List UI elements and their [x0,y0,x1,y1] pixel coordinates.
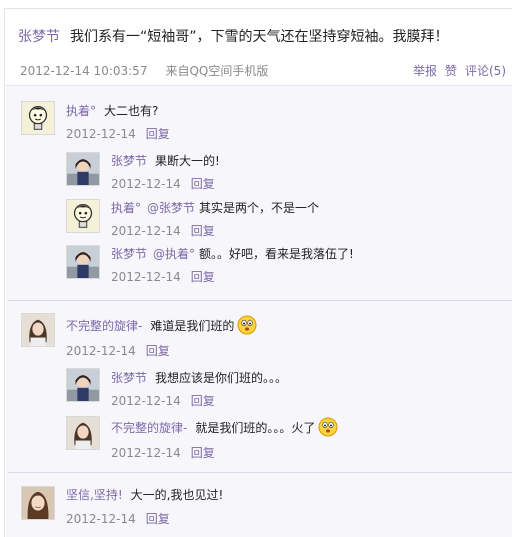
surprised-face-emoji-icon [237,315,257,335]
reply-2-2-reply-link[interactable]: 回复 [191,446,215,460]
girl-photo-avatar-icon [67,369,99,401]
reply-1-3-line: 张梦节 @执着° 额。。好吧，看来是我落伍了! [111,245,354,262]
reply-2-2-meta: 2012-12-14 回复 [111,444,215,461]
comment-1-date: 2012-12-14 [66,127,136,141]
avatar-zhizhuo[interactable] [66,199,100,233]
girl-long-hair-avatar-icon [67,417,99,449]
comment-2-line: 不完整的旋律- 难道是我们班的 [66,315,257,335]
reply-1-1-line: 张梦节 果断大一的! [111,152,220,169]
reply-1-3-mention[interactable]: @执着° [153,247,195,261]
reply-1-1-date: 2012-12-14 [111,177,181,191]
avatar-zhangmengjie[interactable] [66,152,100,186]
reply-1-2-text: 其实是两个，不是一个 [199,201,320,215]
post-source: 来自QQ空间手机版 [165,64,269,78]
post-time: 2012-12-14 10:03:57 [20,64,148,78]
comment-3-line: 坚信,坚持! 大一的,我也见过! [66,486,223,503]
reply-1-2-mention[interactable]: @张梦节 [147,201,195,215]
avatar-buwanzheng[interactable] [66,416,100,450]
reply-1-1-meta: 2012-12-14 回复 [111,175,215,192]
comment-2-text: 难道是我们班的 [150,319,235,333]
like-link[interactable]: 赞 [445,64,457,78]
reply-2-1-author[interactable]: 张梦节 [111,371,147,385]
post-actions: 举报赞评论(5) [405,62,506,79]
post-header: 张梦节 我们系有一“短袖哥”，下雪的天气还在坚持穿短袖。我膜拜！ [18,26,449,46]
comment-1-reply-link[interactable]: 回复 [146,127,170,141]
reply-2-2-author[interactable]: 不完整的旋律- [111,421,187,435]
reply-2-1-line: 张梦节 我想应该是你们班的。。。 [111,369,287,386]
comment-2-meta: 2012-12-14 回复 [66,342,170,359]
comment-2-reply-link[interactable]: 回复 [146,344,170,358]
reply-2-1-meta: 2012-12-14 回复 [111,392,215,409]
comment-1-text: 大二也有? [104,104,159,118]
comment-count-link[interactable]: 评论(5) [465,64,506,78]
avatar-zhizhuo[interactable] [21,101,55,135]
reply-1-3-author[interactable]: 张梦节 [111,247,147,261]
reply-1-1-reply-link[interactable]: 回复 [191,177,215,191]
reply-1-3-reply-link[interactable]: 回复 [191,270,215,284]
reply-2-1-reply-link[interactable]: 回复 [191,394,215,408]
reply-2-1-date: 2012-12-14 [111,394,181,408]
post-meta: 2012-12-14 10:03:57 来自QQ空间手机版 举报赞评论(5) [20,62,506,79]
reply-1-2-date: 2012-12-14 [111,224,181,238]
comment-3-reply-link[interactable]: 回复 [146,512,170,526]
reply-1-2-line: 执着° @张梦节 其实是两个，不是一个 [111,199,319,216]
avatar-jianxin[interactable] [21,486,55,520]
comment-3-author[interactable]: 坚信,坚持! [66,488,123,502]
reply-2-2-text: 就是我们班的。。。火了 [195,421,316,435]
girl-photo-avatar-icon [67,153,99,185]
report-link[interactable]: 举报 [413,64,437,78]
reply-2-2-date: 2012-12-14 [111,446,181,460]
comment-2-date: 2012-12-14 [66,344,136,358]
cartoon-lightbulb-avatar-icon [22,102,54,134]
reply-1-2-meta: 2012-12-14 回复 [111,222,215,239]
comment-divider [8,300,512,301]
reply-1-1-text: 果断大一的! [155,154,220,168]
post-text: 我们系有一“短袖哥”，下雪的天气还在坚持穿短袖。我膜拜！ [70,29,449,45]
avatar-buwanzheng[interactable] [21,313,55,347]
reply-1-3-date: 2012-12-14 [111,270,181,284]
reply-1-2-reply-link[interactable]: 回复 [191,224,215,238]
reply-1-2-author[interactable]: 执着° [111,201,141,215]
avatar-zhangmengjie[interactable] [66,368,100,402]
cartoon-lightbulb-avatar-icon [67,200,99,232]
reply-2-1-text: 我想应该是你们班的。。。 [155,371,288,385]
comment-1-author[interactable]: 执着° [66,104,96,118]
girl-photo-avatar-icon [67,246,99,278]
surprised-face-emoji-icon [318,417,338,437]
post-author-link[interactable]: 张梦节 [18,29,60,45]
reply-1-3-text: 额。。好吧，看来是我落伍了! [199,247,354,261]
girl-portrait-avatar-icon [22,487,54,519]
girl-long-hair-avatar-icon [22,314,54,346]
reply-2-2-line: 不完整的旋律- 就是我们班的。。。火了 [111,417,338,437]
comment-3-date: 2012-12-14 [66,512,136,526]
comment-3-text: 大一的,我也见过! [130,488,224,502]
comment-1-meta: 2012-12-14 回复 [66,125,170,142]
comment-divider [8,472,512,473]
comment-2-author[interactable]: 不完整的旋律- [66,319,142,333]
comment-3-meta: 2012-12-14 回复 [66,510,170,527]
reply-1-1-author[interactable]: 张梦节 [111,154,147,168]
reply-1-3-meta: 2012-12-14 回复 [111,268,215,285]
comment-1-line: 执着° 大二也有? [66,102,158,119]
avatar-zhangmengjie[interactable] [66,245,100,279]
